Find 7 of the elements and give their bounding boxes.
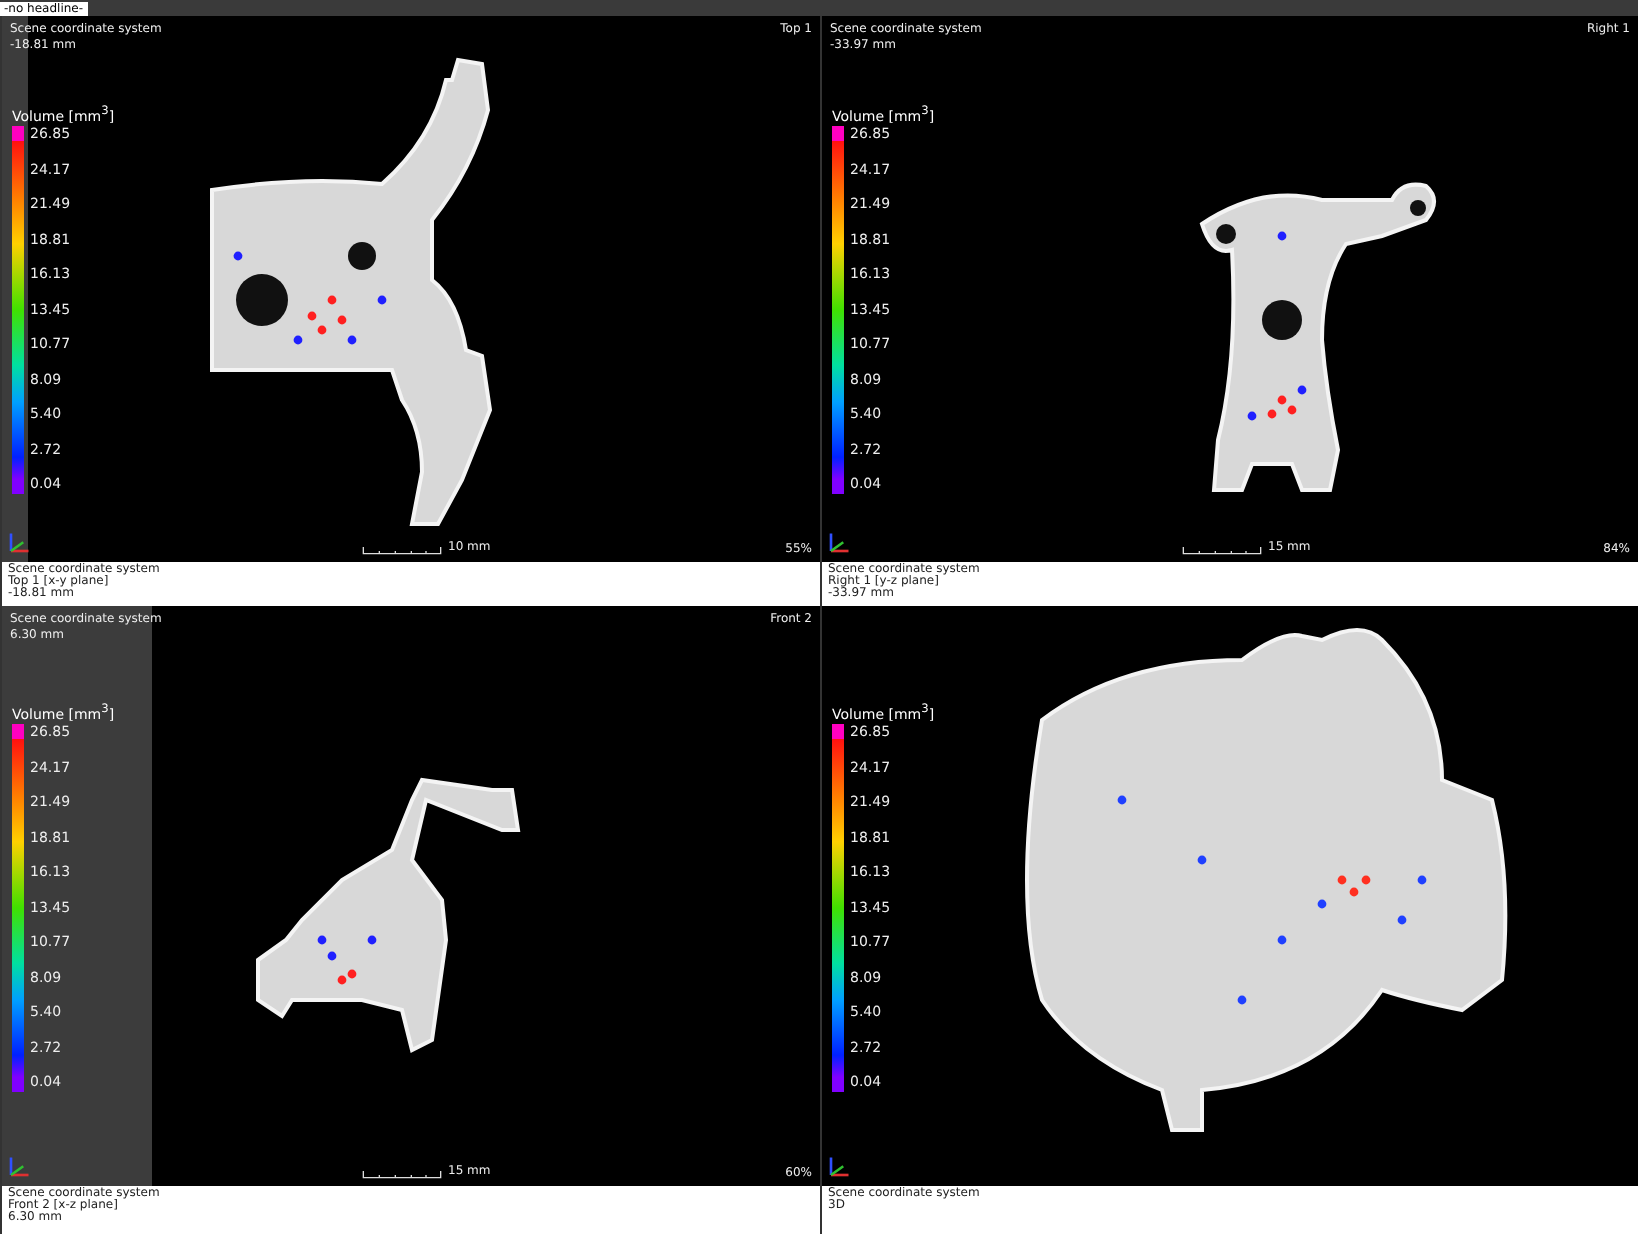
axis-triad-icon xyxy=(4,530,32,558)
scale-bar xyxy=(1182,546,1262,556)
scale-bar xyxy=(362,1170,442,1180)
axis-triad-icon xyxy=(4,1154,32,1182)
axis-triad-icon xyxy=(824,530,852,558)
scale-bar xyxy=(362,546,442,556)
axis-triad-icon xyxy=(824,1154,852,1182)
